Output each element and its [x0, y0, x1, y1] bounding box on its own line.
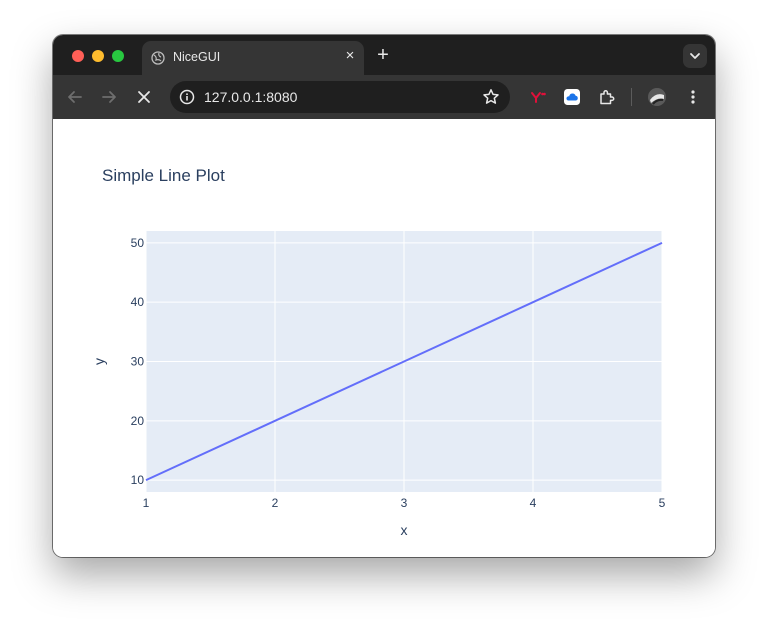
- chevron-down-icon: [690, 53, 700, 59]
- globe-icon: [151, 51, 165, 65]
- x-axis-title: x: [401, 522, 408, 538]
- stop-loading-icon[interactable]: [134, 87, 154, 107]
- x-tick-label: 2: [272, 496, 279, 510]
- chart-title: Simple Line Plot: [102, 166, 225, 185]
- back-arrow-icon[interactable]: [65, 87, 85, 107]
- forward-arrow-icon[interactable]: [99, 87, 119, 107]
- extension-y-icon[interactable]: [528, 87, 548, 107]
- x-tick-label: 3: [401, 496, 408, 510]
- tab-search-button[interactable]: [683, 44, 707, 68]
- x-tick-label: 5: [659, 496, 666, 510]
- browser-window: NiceGUI × + 127.0.0.1:8080 1 2 3 4 5 10 …: [53, 35, 715, 557]
- cloud-extension-icon[interactable]: [562, 87, 582, 107]
- y-tick-label: 20: [131, 414, 145, 428]
- y-tick-label: 30: [131, 355, 145, 369]
- tab-nicegui[interactable]: NiceGUI ×: [142, 41, 364, 75]
- new-tab-button[interactable]: +: [373, 45, 393, 65]
- y-tick-label: 10: [131, 473, 145, 487]
- close-window-button[interactable]: [72, 50, 84, 62]
- y-axis-title: y: [91, 358, 107, 365]
- x-tick-label: 4: [530, 496, 537, 510]
- url-text[interactable]: 127.0.0.1:8080: [204, 89, 297, 105]
- tab-title: NiceGUI: [173, 50, 221, 64]
- toolbar-separator: [631, 88, 632, 106]
- extensions-puzzle-icon[interactable]: [597, 87, 617, 107]
- profile-avatar[interactable]: [647, 87, 667, 107]
- x-tick-label: 1: [143, 496, 150, 510]
- address-bar[interactable]: 127.0.0.1:8080: [170, 81, 510, 113]
- y-tick-label: 50: [131, 236, 145, 250]
- browser-menu-icon[interactable]: [683, 87, 703, 107]
- y-tick-label: 40: [131, 295, 145, 309]
- browser-toolbar: 127.0.0.1:8080: [53, 75, 715, 119]
- site-info-icon[interactable]: [178, 88, 196, 106]
- page-content: 1 2 3 4 5 10 20 30 40 50 x y Simple Line Plot: [53, 119, 715, 557]
- bookmark-star-icon[interactable]: [481, 87, 501, 107]
- tab-close-icon[interactable]: ×: [342, 48, 358, 64]
- minimize-window-button[interactable]: [92, 50, 104, 62]
- title-bar: NiceGUI × +: [53, 35, 715, 75]
- maximize-window-button[interactable]: [112, 50, 124, 62]
